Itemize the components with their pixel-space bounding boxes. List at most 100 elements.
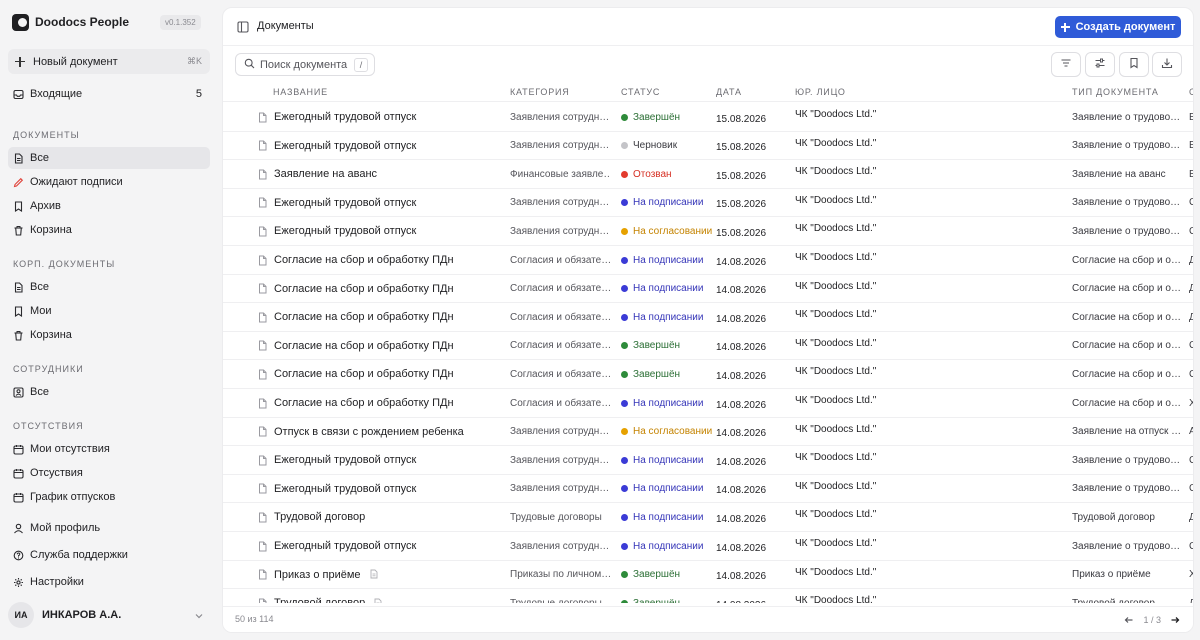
sidebar-toggle-icon[interactable]: [237, 21, 249, 36]
sidebar-item[interactable]: Все: [8, 381, 210, 403]
table-row[interactable]: Трудовой договор Трудовые договоры Завершё…: [223, 589, 1193, 603]
status-dot: [621, 142, 628, 150]
column-header-date[interactable]: ДАТА: [716, 87, 742, 97]
sidebar-item[interactable]: Корзина: [8, 219, 210, 241]
status-dot: [621, 370, 628, 378]
sidebar-item[interactable]: Настройки: [8, 571, 210, 593]
prev-page-button[interactable]: [1121, 613, 1137, 627]
document-name[interactable]: Ежегодный трудовой отпуск: [274, 540, 416, 552]
sidebar-item-inbox[interactable]: Входящие 5: [8, 84, 210, 104]
document-cell: Согласие на сбор и обработку ПДн: [257, 275, 492, 303]
document-name[interactable]: Ежегодный трудовой отпуск: [274, 454, 416, 466]
extra-cell: С: [1189, 189, 1193, 217]
document-name[interactable]: Трудовой договор: [274, 597, 365, 603]
next-page-button[interactable]: [1167, 613, 1183, 627]
document-name[interactable]: Согласие на сбор и обработку ПДн: [274, 340, 454, 352]
document-name[interactable]: Ежегодный трудовой отпуск: [274, 111, 416, 123]
arrow-right-icon: [1171, 617, 1180, 623]
column-header-type[interactable]: ТИП ДОКУМЕНТА: [1072, 87, 1159, 97]
table-row[interactable]: Трудовой договор Трудовые договоры На подп…: [223, 503, 1193, 532]
sidebar-item[interactable]: Служба поддержки: [8, 544, 210, 566]
plus-icon: [1060, 22, 1070, 32]
document-type-cell: Трудовой договор: [1072, 511, 1155, 523]
document-name[interactable]: Ежегодный трудовой отпуск: [274, 197, 416, 209]
table-row[interactable]: Согласие на сбор и обработку ПДн Согласия…: [223, 246, 1193, 275]
table-row[interactable]: Согласие на сбор и обработку ПДн Согласия…: [223, 303, 1193, 332]
table-row[interactable]: Ежегодный трудовой отпуск Заявления сотру…: [223, 446, 1193, 475]
document-name[interactable]: Приказ о приёме: [274, 569, 361, 581]
filter-button[interactable]: [1051, 52, 1081, 77]
date-cell: 14.08.2026: [716, 456, 767, 468]
saved-views-button[interactable]: [1119, 52, 1149, 77]
page-title: Документы: [257, 20, 314, 32]
table-row[interactable]: Ежегодный трудовой отпуск Заявления сотру…: [223, 132, 1193, 161]
sidebar-item[interactable]: Все: [8, 276, 210, 298]
sidebar-item[interactable]: Отсуствия: [8, 462, 210, 484]
columns-button[interactable]: [1085, 52, 1115, 77]
column-header-category[interactable]: КАТЕГОРИЯ: [510, 87, 570, 97]
sliders-icon: [1094, 57, 1106, 72]
document-name[interactable]: Согласие на сбор и обработку ПДн: [274, 397, 454, 409]
category-cell: Заявления сотрудн…: [510, 483, 610, 495]
document-name[interactable]: Согласие на сбор и обработку ПДн: [274, 311, 454, 323]
column-header-status[interactable]: СТАТУС: [621, 87, 660, 97]
sidebar-item[interactable]: Мои: [8, 300, 210, 322]
column-header-entity[interactable]: ЮР. ЛИЦО: [795, 87, 846, 97]
table-row[interactable]: Согласие на сбор и обработку ПДн Согласия…: [223, 332, 1193, 361]
document-name[interactable]: Ежегодный трудовой отпуск: [274, 140, 416, 152]
entity-cell: ЧК "Doodocs Ltd.": [795, 395, 877, 406]
document-name[interactable]: Ежегодный трудовой отпуск: [274, 225, 416, 237]
category-cell: Согласия и обязате…: [510, 340, 610, 352]
extra-cell: Е: [1189, 160, 1193, 188]
sidebar-item[interactable]: Ожидают подписи: [8, 171, 210, 193]
sidebar-item[interactable]: Все: [8, 147, 210, 169]
document-name[interactable]: Согласие на сбор и обработку ПДн: [274, 368, 454, 380]
new-document-button[interactable]: Новый документ ⌘K: [8, 49, 210, 74]
sidebar-section-title: СОТРУДНИКИ: [13, 364, 84, 374]
column-header-name[interactable]: НАЗВАНИЕ: [273, 87, 328, 97]
sidebar-item[interactable]: График отпусков: [8, 486, 210, 508]
document-name[interactable]: Согласие на сбор и обработку ПДн: [274, 254, 454, 266]
table-row[interactable]: Заявление на аванс Финансовые заявле… Отоз…: [223, 160, 1193, 189]
category-cell: Финансовые заявле…: [510, 168, 610, 180]
search-input[interactable]: [260, 58, 352, 71]
table-row[interactable]: Приказ о приёме Приказы по личном… Завершё…: [223, 561, 1193, 590]
sidebar-item[interactable]: Мой профиль: [8, 517, 210, 539]
calendar-icon: [13, 444, 24, 455]
date-cell: 15.08.2026: [716, 199, 767, 211]
user-menu[interactable]: ИА ИНКАРОВ А.А.: [8, 602, 210, 628]
create-document-button[interactable]: Создать документ: [1055, 16, 1181, 38]
document-icon: [257, 169, 268, 180]
sidebar-item[interactable]: Архив: [8, 195, 210, 217]
document-icon: [257, 226, 268, 237]
table-row[interactable]: Отпуск в связи с рождением ребенка Заявле…: [223, 418, 1193, 447]
brand[interactable]: Doodocs People: [12, 12, 129, 32]
filter-icon: [1060, 57, 1072, 72]
document-cell: Ежегодный трудовой отпуск: [257, 446, 492, 474]
sidebar-item-label: Ожидают подписи: [30, 176, 123, 188]
download-button[interactable]: [1152, 52, 1182, 77]
table-row[interactable]: Согласие на сбор и обработку ПДн Согласия…: [223, 275, 1193, 304]
table-row[interactable]: Согласие на сбор и обработку ПДн Согласия…: [223, 389, 1193, 418]
document-name[interactable]: Ежегодный трудовой отпуск: [274, 483, 416, 495]
bookmark-icon: [13, 200, 24, 212]
table-row[interactable]: Ежегодный трудовой отпуск Заявления сотру…: [223, 217, 1193, 246]
document-name[interactable]: Трудовой договор: [274, 511, 365, 523]
status-badge: На подписании: [621, 189, 716, 217]
document-name[interactable]: Отпуск в связи с рождением ребенка: [274, 426, 464, 438]
search-field[interactable]: /: [235, 53, 375, 76]
table-row[interactable]: Ежегодный трудовой отпуск Заявления сотру…: [223, 475, 1193, 504]
document-name[interactable]: Согласие на сбор и обработку ПДн: [274, 283, 454, 295]
sidebar-item[interactable]: Мои отсутствия: [8, 438, 210, 460]
table-row[interactable]: Согласие на сбор и обработку ПДн Согласия…: [223, 360, 1193, 389]
column-header-extra[interactable]: С: [1189, 87, 1193, 97]
sidebar-item[interactable]: Корзина: [8, 324, 210, 346]
document-icon: [257, 369, 268, 380]
date-cell: 14.08.2026: [716, 485, 767, 497]
table-row[interactable]: Ежегодный трудовой отпуск Заявления сотру…: [223, 532, 1193, 561]
table-row[interactable]: Ежегодный трудовой отпуск Заявления сотру…: [223, 103, 1193, 132]
document-name[interactable]: Заявление на аванс: [274, 168, 377, 180]
date-cell: 14.08.2026: [716, 571, 767, 583]
table-row[interactable]: Ежегодный трудовой отпуск Заявления сотру…: [223, 189, 1193, 218]
status-label: Завершён: [633, 111, 681, 123]
